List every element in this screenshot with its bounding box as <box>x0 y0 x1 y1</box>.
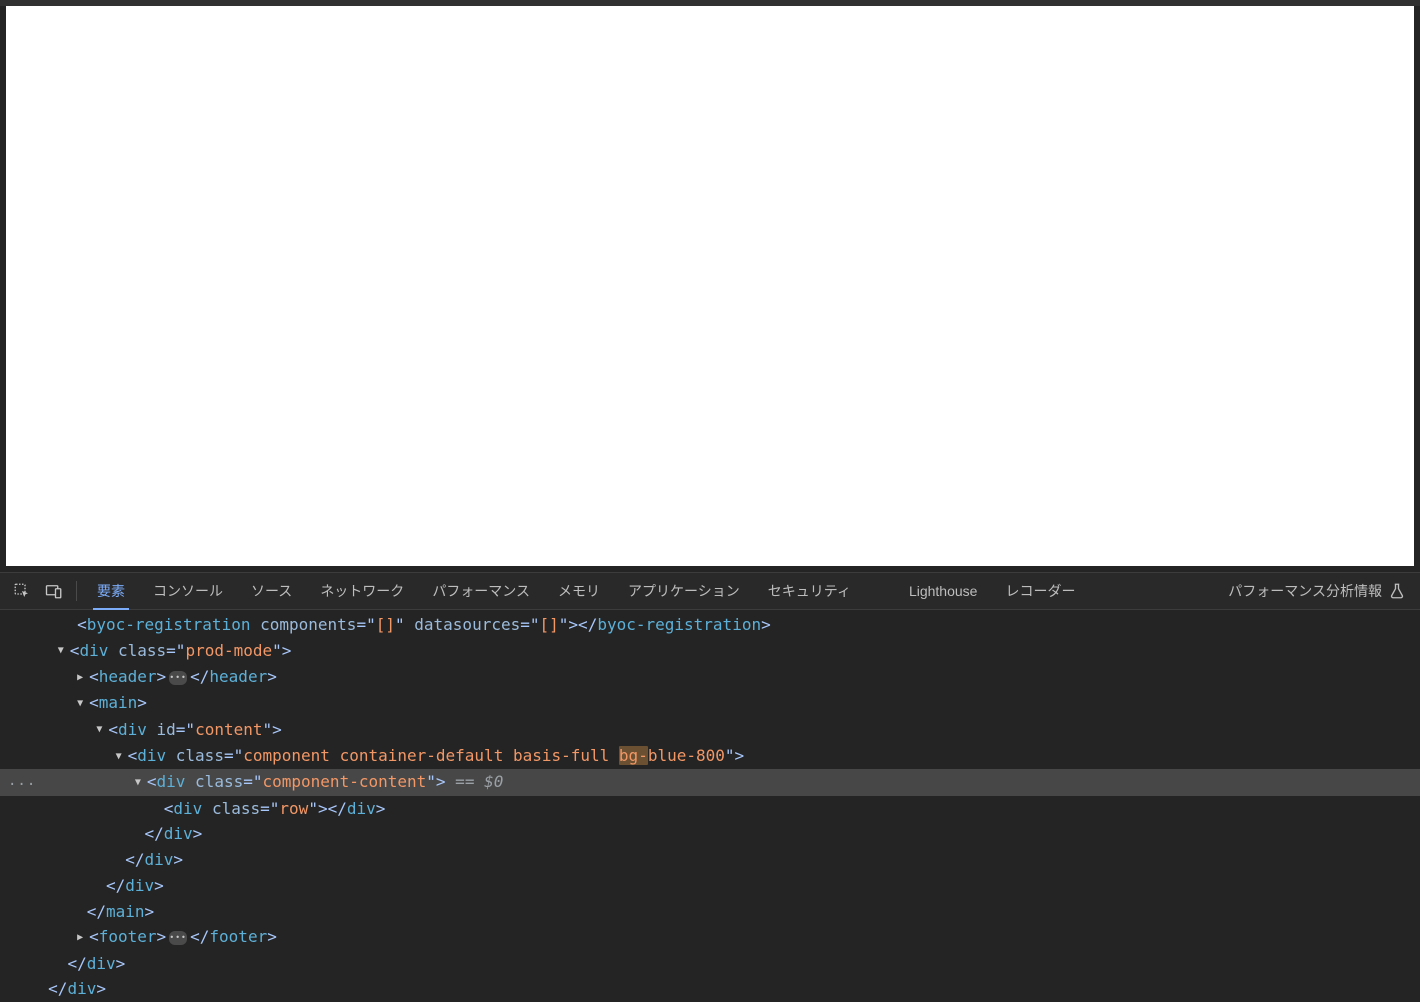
tab-label: 要素 <box>97 581 125 601</box>
page-viewport <box>6 6 1414 566</box>
devtools-tabbar: 要素 コンソール ソース ネットワーク パフォーマンス メモリ アプリケーション… <box>0 572 1420 610</box>
dom-line[interactable]: <byoc-registration components="[]" datas… <box>0 612 1420 638</box>
tab-performance-insights[interactable]: パフォーマンス分析情報 <box>1228 581 1406 601</box>
tab-label: Lighthouse <box>909 583 978 599</box>
flask-icon <box>1388 582 1406 600</box>
dom-line[interactable]: </main> <box>0 899 1420 925</box>
tab-label: パフォーマンス <box>432 581 530 601</box>
overflow-ellipsis-icon: ... <box>8 769 36 795</box>
caret-down-icon[interactable]: ▼ <box>77 691 89 717</box>
tab-application[interactable]: アプリケーション <box>614 573 754 609</box>
ellipsis-icon[interactable]: ••• <box>169 931 187 945</box>
tab-lighthouse[interactable]: Lighthouse <box>895 573 992 609</box>
selected-node-indicator: == $0 <box>446 772 504 791</box>
dom-line[interactable]: </div> <box>0 976 1420 1002</box>
dom-line[interactable]: <div class="row"></div> <box>0 796 1420 822</box>
dom-line[interactable]: ▼<main> <box>0 690 1420 716</box>
caret-down-icon[interactable]: ▼ <box>58 638 70 664</box>
tab-console[interactable]: コンソール <box>139 573 237 609</box>
separator <box>76 581 77 601</box>
tab-label: セキュリティ <box>768 581 851 601</box>
dom-line[interactable]: ▶<header>•••</header> <box>0 664 1420 690</box>
inspect-element-icon[interactable] <box>6 575 38 607</box>
tab-recorder[interactable]: レコーダー <box>991 573 1089 609</box>
dom-line[interactable]: ▼<div class="prod-mode"> <box>0 638 1420 664</box>
dom-line[interactable]: ▼<div class="component container-default… <box>0 743 1420 769</box>
caret-down-icon[interactable]: ▼ <box>116 744 128 770</box>
dom-line[interactable]: ▼<div id="content"> <box>0 717 1420 743</box>
dom-line[interactable]: </div> <box>0 873 1420 899</box>
tab-label: コンソール <box>153 581 223 601</box>
tab-network[interactable]: ネットワーク <box>306 573 418 609</box>
caret-right-icon[interactable]: ▶ <box>77 925 89 951</box>
tab-memory[interactable]: メモリ <box>544 573 614 609</box>
tab-label: レコーダー <box>1005 581 1075 601</box>
tab-label: メモリ <box>558 581 600 601</box>
device-toolbar-icon[interactable] <box>38 575 70 607</box>
dom-tree[interactable]: <byoc-registration components="[]" datas… <box>0 610 1420 1002</box>
dom-line[interactable]: </div> <box>0 847 1420 873</box>
dom-line[interactable]: </div> <box>0 951 1420 977</box>
tab-label: パフォーマンス分析情報 <box>1228 581 1382 601</box>
dom-line[interactable]: ▶<footer>•••</footer> <box>0 924 1420 950</box>
search-highlight: bg- <box>619 746 648 765</box>
tab-elements[interactable]: 要素 <box>83 573 139 609</box>
devtools-panel: 要素 コンソール ソース ネットワーク パフォーマンス メモリ アプリケーション… <box>0 572 1420 1002</box>
caret-down-icon[interactable]: ▼ <box>135 770 147 796</box>
ellipsis-icon[interactable]: ••• <box>169 671 187 685</box>
caret-right-icon[interactable]: ▶ <box>77 665 89 691</box>
dom-line-selected[interactable]: ... ▼<div class="component-content"> == … <box>0 769 1420 795</box>
caret-down-icon[interactable]: ▼ <box>96 717 108 743</box>
tab-security[interactable]: セキュリティ <box>754 573 865 609</box>
tab-right-group: パフォーマンス分析情報 <box>1228 581 1414 601</box>
tab-label: アプリケーション <box>628 581 740 601</box>
tab-label: ソース <box>251 581 292 601</box>
tab-label: ネットワーク <box>320 581 404 601</box>
tab-performance[interactable]: パフォーマンス <box>418 573 544 609</box>
dom-line[interactable]: </div> <box>0 821 1420 847</box>
tab-sources[interactable]: ソース <box>237 573 306 609</box>
